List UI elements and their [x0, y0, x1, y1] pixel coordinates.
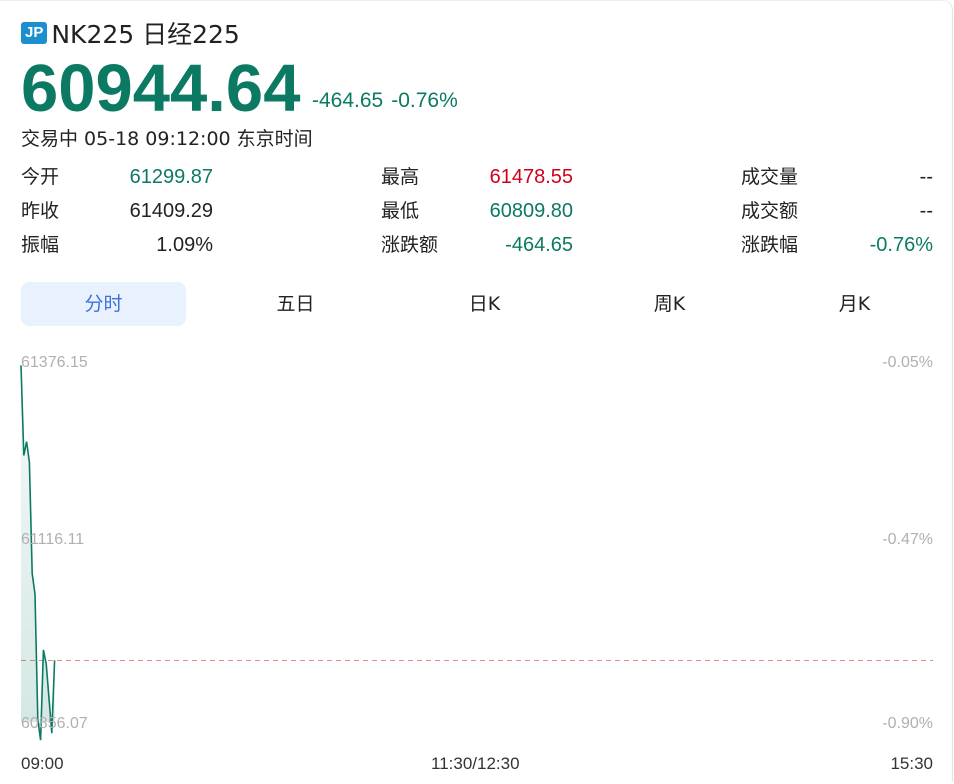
- chart-canvas: [20, 365, 933, 741]
- stat-label: 今开: [21, 166, 60, 188]
- stat-label: 最低: [381, 200, 420, 222]
- stat-label: 成交量: [741, 166, 799, 188]
- stat-turnover: 成交额 --: [741, 198, 933, 224]
- tab-intraday[interactable]: 分时: [21, 282, 186, 326]
- y-tick-right-mid: -0.47%: [882, 531, 933, 548]
- y-tick-left-top: 61376.15: [21, 354, 88, 371]
- market-badge: JP: [21, 22, 48, 44]
- stat-value: 1.09%: [156, 234, 213, 256]
- y-tick-right-top: -0.05%: [882, 354, 933, 371]
- change-percent: -0.76%: [391, 89, 458, 112]
- tab-five-day[interactable]: 五日: [213, 282, 378, 326]
- trading-status: 交易中 05-18 09:12:00 东京时间: [21, 128, 313, 150]
- intraday-chart: 61376.15 61116.11 60856.07 -0.05% -0.47%…: [0, 341, 954, 784]
- stat-label: 振幅: [21, 234, 60, 256]
- stat-value: 61409.29: [129, 200, 213, 222]
- quote-card: JP NK225 日经225 60944.64 -464.65 -0.76% 交易…: [0, 0, 953, 782]
- y-tick-right-bottom: -0.90%: [882, 715, 933, 732]
- y-tick-left-bottom: 60856.07: [21, 715, 88, 732]
- stat-value: --: [919, 200, 933, 222]
- stat-prev-close: 昨收 61409.29: [21, 198, 213, 224]
- stat-label: 成交额: [741, 200, 799, 222]
- stat-value: -0.76%: [869, 234, 933, 256]
- chart-tabs: 分时 五日 日K 周K 月K: [21, 282, 933, 326]
- tab-daily-k[interactable]: 日K: [402, 282, 567, 326]
- stat-open: 今开 61299.87: [21, 164, 213, 190]
- x-tick-midday: 11:30/12:30: [431, 754, 520, 773]
- stat-value: 60809.80: [489, 200, 573, 222]
- stat-label: 最高: [381, 166, 420, 188]
- stat-label: 昨收: [21, 200, 60, 222]
- stat-value: 61299.87: [129, 166, 213, 188]
- stat-change-percent: 涨跌幅 -0.76%: [741, 232, 933, 258]
- stat-value: 61478.55: [489, 166, 573, 188]
- stat-label: 涨跌额: [381, 234, 439, 256]
- stat-high: 最高 61478.55: [381, 164, 573, 190]
- stat-change: 涨跌额 -464.65: [381, 232, 573, 258]
- stat-label: 涨跌幅: [741, 234, 799, 256]
- change-amount: -464.65: [312, 89, 384, 112]
- stat-low: 最低 60809.80: [381, 198, 573, 224]
- x-tick-close: 15:30: [890, 754, 933, 773]
- y-tick-left-mid: 61116.11: [21, 531, 85, 548]
- tab-monthly-k[interactable]: 月K: [772, 282, 937, 326]
- stat-amplitude: 振幅 1.09%: [21, 232, 213, 258]
- current-price: 60944.64: [21, 51, 301, 126]
- index-name: NK225 日经225: [51, 20, 240, 49]
- price-change: -464.65 -0.76%: [312, 89, 458, 113]
- stat-value: --: [919, 166, 933, 188]
- stat-value: -464.65: [505, 234, 573, 256]
- title-row: JP NK225 日经225: [21, 17, 240, 49]
- stat-volume: 成交量 --: [741, 164, 933, 190]
- x-tick-open: 09:00: [21, 754, 64, 773]
- tab-weekly-k[interactable]: 周K: [587, 282, 752, 326]
